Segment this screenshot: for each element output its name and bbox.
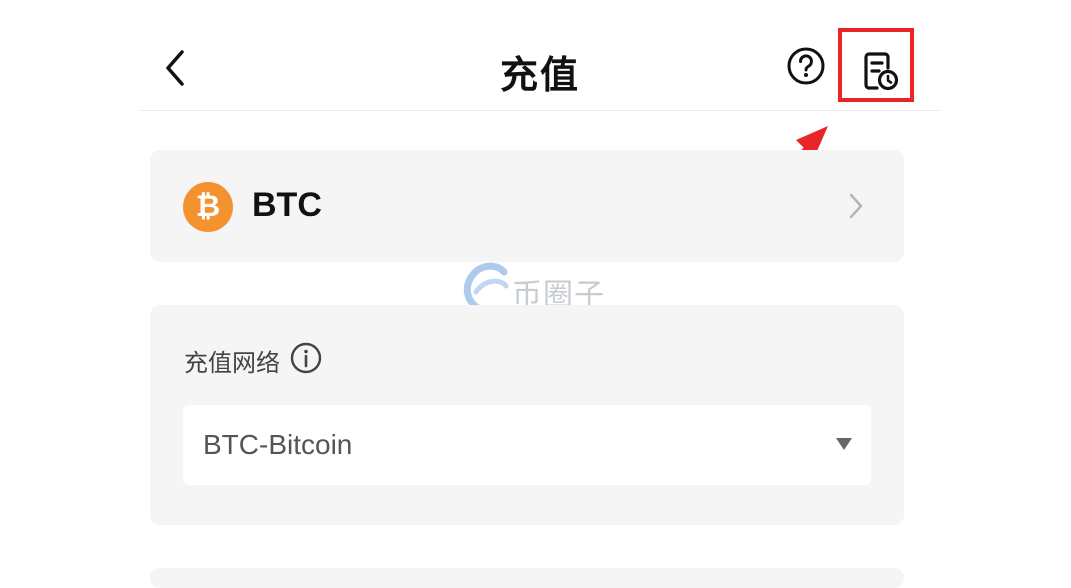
annotation-highlight-box bbox=[838, 28, 914, 102]
chevron-right-icon bbox=[849, 193, 863, 219]
network-dropdown[interactable]: BTC-Bitcoin bbox=[183, 405, 871, 485]
help-button[interactable] bbox=[786, 46, 826, 86]
deposit-network-section: 充值网络 BTC-Bitcoin bbox=[150, 305, 904, 525]
coin-name: BTC bbox=[252, 186, 322, 224]
network-selected-value: BTC-Bitcoin bbox=[203, 429, 353, 460]
network-info-button[interactable] bbox=[290, 342, 322, 374]
network-label: 充值网络 bbox=[184, 350, 280, 377]
next-section bbox=[150, 568, 904, 588]
bitcoin-icon: ₿ bbox=[183, 182, 233, 232]
top-bar: 充值 bbox=[140, 20, 940, 111]
caret-down-icon bbox=[836, 438, 852, 450]
coin-selector[interactable]: ₿ BTC bbox=[150, 150, 904, 262]
question-circle-icon bbox=[787, 47, 825, 85]
info-circle-icon bbox=[290, 342, 322, 374]
